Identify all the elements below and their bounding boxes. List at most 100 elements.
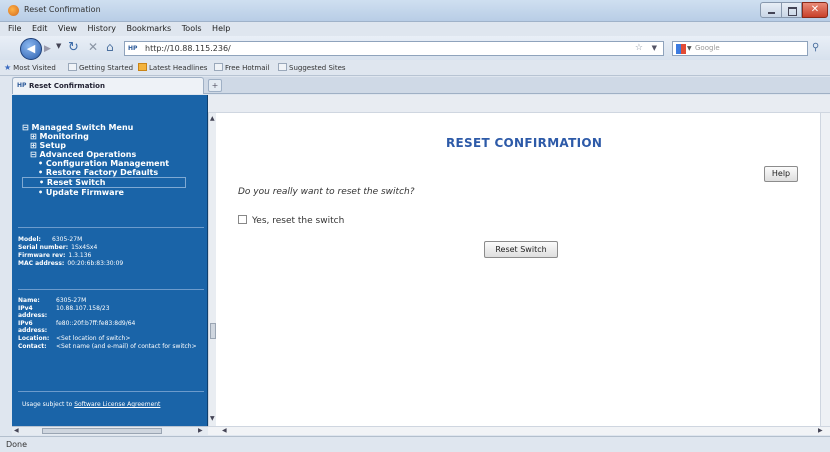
confirm-reset-checkbox[interactable] [238,215,247,224]
divider [18,289,204,290]
location-label: Location: [18,335,50,342]
bookmark-free-hotmail[interactable]: Free Hotmail [214,63,269,72]
minimize-button[interactable] [760,2,782,18]
device-info: Model: 6305-27M Serial number: 1Sx4Sx4 Fir… [18,236,204,268]
menu-help[interactable]: Help [208,22,234,33]
window-title-bar: Reset Confirmation ✕ [0,0,830,22]
status-bar: Done [0,436,830,452]
confirm-reset-option[interactable]: Yes, reset the switch [238,215,344,226]
location-value: <Set location of switch> [56,335,131,342]
search-engine-dropdown-icon[interactable]: ▼ [687,45,692,52]
bookmark-star-icon[interactable]: ☆ [635,43,643,53]
rss-icon [138,63,147,71]
content-top-frame [208,95,830,113]
url-dropdown-icon[interactable]: ▼ [652,44,657,52]
license-link[interactable]: Software License Agreement [74,401,160,408]
address-bar[interactable]: HP http://10.88.115.236/ ☆ ▼ [124,41,664,56]
scroll-up-arrow-icon[interactable]: ▲ [210,115,215,122]
reset-question: Do you really want to reset the switch? [238,187,415,197]
scroll-right-arrow-icon[interactable]: ▶ [198,427,203,434]
star-icon: ★ [4,63,12,72]
bookmark-getting-started[interactable]: Getting Started [68,63,133,72]
network-info: Name: 6305-27M IPv4 address: 10.88.107.158… [18,297,204,351]
sidebar-horizontal-scrollbar[interactable]: ◀ ▶ [12,426,208,435]
scrollbar-thumb[interactable] [42,428,162,434]
name-label: Name: [18,297,40,304]
stop-icon[interactable]: ✕ [88,40,98,54]
serial-label: Serial number: [18,244,69,251]
menu-item-setup[interactable]: ⊞ Setup [22,141,202,150]
menu-item-root[interactable]: ⊟ Managed Switch Menu [22,123,202,132]
menu-history[interactable]: History [84,22,120,33]
scroll-down-arrow-icon[interactable]: ▼ [210,415,215,422]
bookmark-most-visited[interactable]: ★ Most Visited [4,63,56,72]
scroll-left-arrow-icon[interactable]: ◀ [222,427,227,434]
page-icon [214,63,223,71]
site-identity-icon[interactable]: HP [128,45,137,52]
menu-item-update-firmware[interactable]: • Update Firmware [22,188,202,197]
search-placeholder[interactable]: Google [695,44,720,52]
contact-label: Contact: [18,343,47,350]
page-icon [278,63,287,71]
menu-view[interactable]: View [54,22,81,33]
tab-strip: HP Reset Confirmation + [0,77,830,94]
content-vertical-scrollbar[interactable] [820,113,830,426]
window-frame-left [0,77,12,435]
tab-reset-confirmation[interactable]: HP Reset Confirmation [12,77,204,94]
bookmark-suggested-sites[interactable]: Suggested Sites [278,63,346,72]
ipv4-value: 10.88.107.158/23 [56,305,110,312]
home-icon[interactable]: ⌂ [106,40,114,54]
search-icon[interactable]: ⚲ [812,42,819,53]
ipv6-value: fe80::20f:b7ff:fe83:8d9/64 [56,320,136,327]
page-icon [68,63,77,71]
help-button[interactable]: Help [764,166,798,182]
content-horizontal-scrollbar[interactable]: ◀ ▶ [208,426,830,435]
firmware-value: 1.3.136 [68,252,92,259]
name-value: 6305-27M [56,297,87,304]
confirm-reset-label[interactable]: Yes, reset the switch [252,216,344,226]
tab-label[interactable]: Reset Confirmation [29,82,105,90]
mac-value: 00:20:6b:83:30:09 [67,260,124,267]
sidebar: ⊟ Managed Switch Menu ⊞ Monitoring ⊞ Set… [12,95,208,426]
sidebar-vertical-scrollbar[interactable]: ▲ ▼ [208,113,216,426]
sidebar-menu-tree: ⊟ Managed Switch Menu ⊞ Monitoring ⊞ Set… [22,123,202,197]
menu-bar: File Edit View History Bookmarks Tools H… [0,22,830,36]
menu-item-factory-defaults[interactable]: • Restore Factory Defaults [22,168,202,177]
divider [18,227,204,228]
ipv4-label: IPv4 address: [18,305,48,319]
reload-icon[interactable]: ↻ [68,40,79,55]
main-content: RESET CONFIRMATION Help Do you really wa… [216,113,820,426]
mac-label: MAC address: [18,260,65,267]
serial-value: 1Sx4Sx4 [71,244,98,251]
new-tab-button[interactable]: + [208,79,222,92]
scroll-right-arrow-icon[interactable]: ▶ [818,427,823,434]
model-value: 6305-27M [52,236,83,243]
model-label: Model: [18,236,41,243]
maximize-button[interactable] [782,2,802,18]
scroll-left-arrow-icon[interactable]: ◀ [14,427,19,434]
menu-bookmarks[interactable]: Bookmarks [123,22,176,33]
menu-file[interactable]: File [4,22,25,33]
search-box[interactable]: ▼ Google [672,41,808,56]
bookmark-latest-headlines[interactable]: Latest Headlines [138,63,207,72]
menu-tools[interactable]: Tools [178,22,206,33]
reset-switch-button[interactable]: Reset Switch [484,241,558,258]
history-dropdown-icon[interactable]: ▼ [56,42,61,50]
license-prefix: Usage subject to [22,401,73,408]
page-title: RESET CONFIRMATION [446,136,603,150]
bookmarks-toolbar: ★ Most Visited Getting Started Latest Hea… [0,60,830,76]
search-engine-icon[interactable] [676,44,686,54]
menu-item-config-mgmt[interactable]: • Configuration Management [22,159,202,168]
close-button[interactable]: ✕ [802,2,828,18]
window-title: Reset Confirmation [24,5,101,14]
menu-edit[interactable]: Edit [28,22,52,33]
menu-item-reset-switch[interactable]: • Reset Switch [22,177,186,188]
contact-value: <Set name (and e-mail) of contact for sw… [56,343,197,350]
firmware-label: Firmware rev: [18,252,66,259]
menu-item-advanced[interactable]: ⊟ Advanced Operations [22,150,202,159]
back-button[interactable]: ◀ [20,38,42,60]
menu-item-monitoring[interactable]: ⊞ Monitoring [22,132,202,141]
hp-favicon-icon: HP [17,82,27,89]
divider [18,391,204,392]
url-text[interactable]: http://10.88.115.236/ [145,44,231,53]
